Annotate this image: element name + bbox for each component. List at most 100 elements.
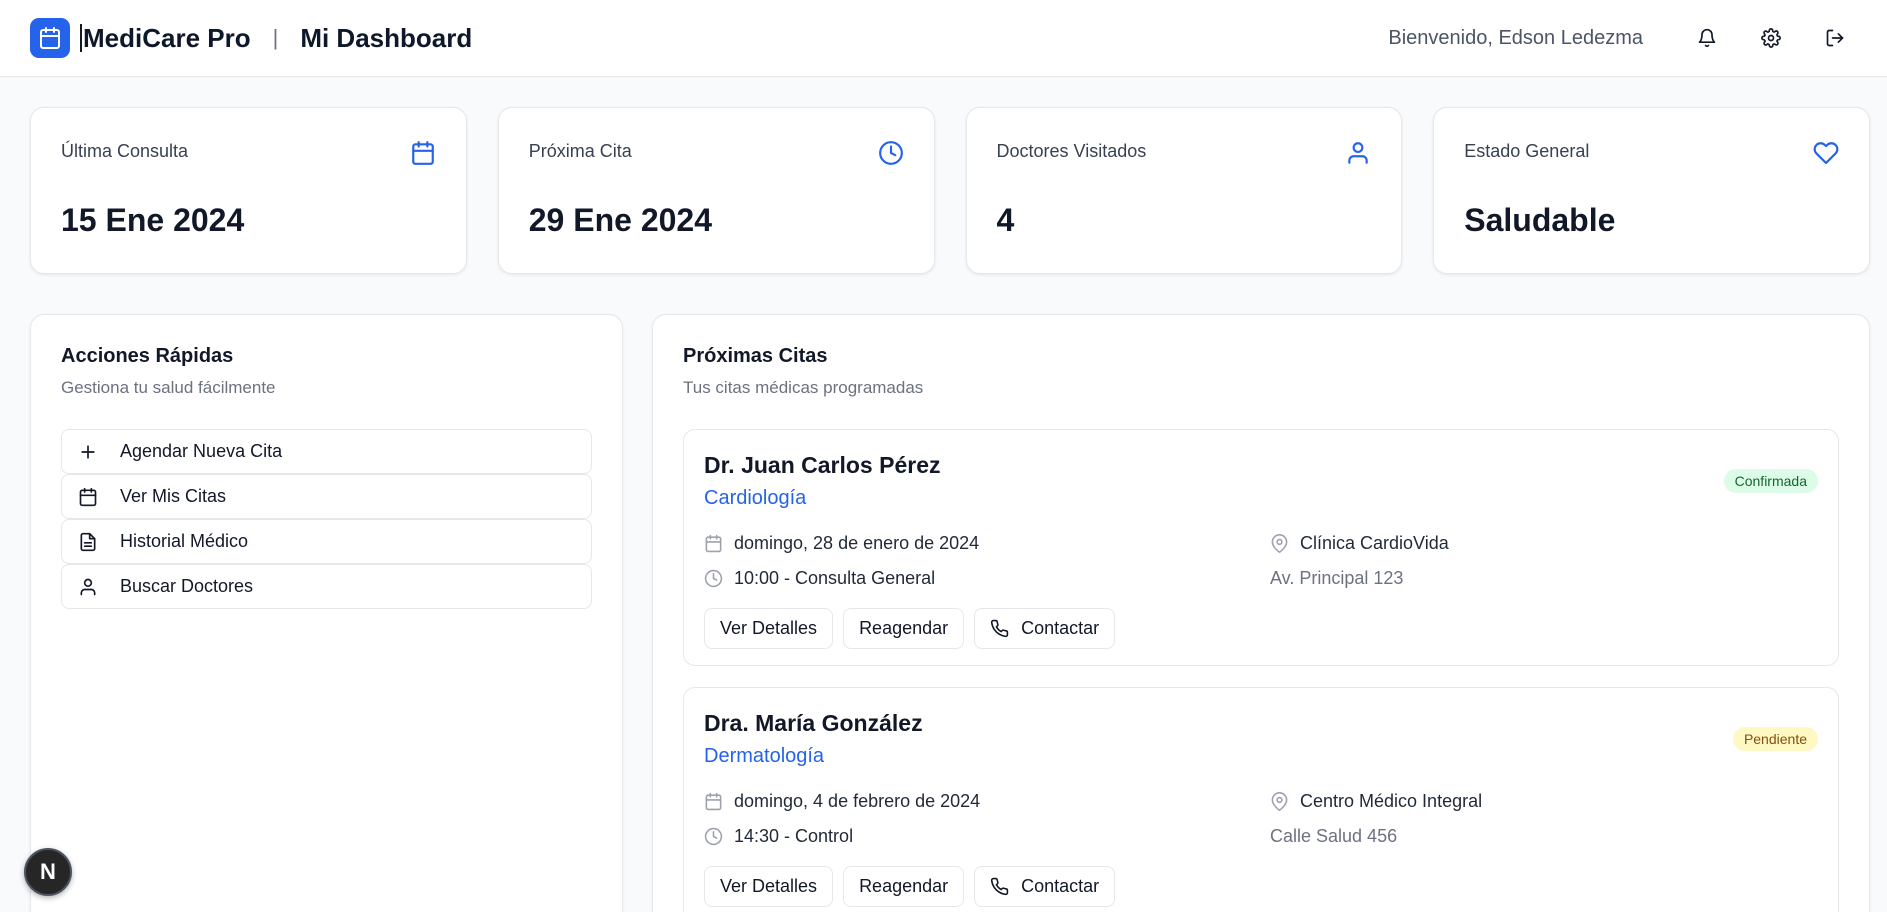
stats-row: Última Consulta 15 Ene 2024 Próxima Cita… [30,107,1870,274]
view-details-button[interactable]: Ver Detalles [704,866,834,907]
stat-value: 15 Ene 2024 [61,202,245,238]
user-icon [80,578,96,595]
appointments-panel: Próximas Citas Tus citas médicas program… [652,314,1870,912]
top-bar: MediCare Pro | Mi Dashboard Bienvenido, … [0,0,1887,77]
stat-label: Próxima Cita [528,141,632,161]
panel-title: Acciones Rápidas [61,345,234,367]
reschedule-button[interactable]: Reagendar [843,608,965,649]
dev-tools-button[interactable]: N [24,848,72,896]
stat-card-next-appointment: Próxima Cita 29 Ene 2024 [497,107,935,274]
clock-icon [704,827,723,846]
medical-history-button[interactable]: Historial Médico [61,519,592,564]
action-label: Historial Médico [120,531,249,551]
stat-value: Saludable [1464,202,1616,238]
phone-icon [991,619,1009,638]
button-label: Contactar [1021,618,1100,638]
header-separator: | [272,25,279,50]
stat-card-last-consultation: Última Consulta 15 Ene 2024 [30,107,467,274]
doctor-specialty: Dermatología [704,745,825,767]
appointment-actions: Ver Detalles Reagendar Contactar [704,608,1818,649]
search-doctors-button[interactable]: Buscar Doctores [61,564,592,609]
appointment-location: Centro Médico Integral Calle Salud 456 [1270,784,1482,854]
view-details-button[interactable]: Ver Detalles [704,608,834,649]
stat-label: Doctores Visitados [996,141,1147,161]
clock-icon [878,141,903,165]
calendar-icon [411,141,434,165]
logout-icon [1826,29,1844,47]
appointment-info: domingo, 4 de febrero de 2024 14:30 - Co… [704,784,1818,854]
panel-subtitle: Gestiona tu salud fácilmente [61,378,276,397]
button-label: Ver Detalles [720,618,818,638]
logout-button[interactable] [1813,16,1857,60]
clinic-address: Av. Principal 123 [1270,568,1404,588]
stat-card-doctors-visited: Doctores Visitados 4 [965,107,1403,274]
contact-button[interactable]: Contactar [974,608,1116,649]
appointment-location: Clínica CardioVida Av. Principal 123 [1270,526,1449,596]
schedule-appointment-button[interactable]: Agendar Nueva Cita [61,429,592,474]
clinic-address: Calle Salud 456 [1270,826,1398,846]
action-label: Buscar Doctores [120,576,254,596]
app-name: MediCare Pro [80,24,251,52]
app-logo[interactable] [30,18,70,58]
calendar-icon [705,792,722,811]
clinic-row: Centro Médico Integral [1270,784,1482,819]
dev-tools-label: N [40,859,56,884]
header-actions: Bienvenido, Edson Ledezma [1388,16,1857,60]
gear-icon [1761,28,1781,48]
doctor-name: Dr. Juan Carlos Pérez [704,452,941,478]
appointment-time: 14:30 - Control [704,819,1270,854]
stat-card-health-status: Estado General Saludable [1433,107,1870,274]
appointment-actions: Ver Detalles Reagendar Contactar [704,866,1818,907]
date-text: domingo, 4 de febrero de 2024 [734,791,981,811]
view-appointments-button[interactable]: Ver Mis Citas [61,474,592,519]
stat-value: 29 Ene 2024 [528,202,712,238]
quick-actions-panel: Acciones Rápidas Gestiona tu salud fácil… [30,314,623,912]
doctor-name: Dra. María González [704,710,923,736]
appointment-card: Dr. Juan Carlos Pérez Cardiología Confir… [683,429,1839,666]
user-icon [1348,142,1368,164]
panel-subtitle: Tus citas médicas programadas [683,378,924,397]
calendar-icon [79,487,97,506]
appointment-info: domingo, 28 de enero de 2024 10:00 - Con… [704,526,1818,596]
appointment-datetime: domingo, 28 de enero de 2024 10:00 - Con… [704,526,1270,596]
notifications-button[interactable] [1685,16,1729,60]
appointment-date: domingo, 28 de enero de 2024 [704,526,1270,561]
clinic-name: Clínica CardioVida [1300,533,1449,553]
appointment-datetime: domingo, 4 de febrero de 2024 14:30 - Co… [704,784,1270,854]
map-pin-icon [1271,792,1288,811]
time-text: 14:30 - Control [734,826,854,846]
doctor-specialty: Cardiología [704,487,807,509]
settings-button[interactable] [1749,16,1793,60]
appointment-date: domingo, 4 de febrero de 2024 [704,784,1270,819]
reschedule-button[interactable]: Reagendar [843,866,965,907]
appointment-time: 10:00 - Consulta General [704,561,1270,596]
calendar-icon [705,534,722,553]
clock-icon [704,569,723,588]
action-label: Ver Mis Citas [120,486,227,506]
clinic-name: Centro Médico Integral [1300,791,1483,811]
action-label: Agendar Nueva Cita [120,441,283,461]
calendar-icon [40,27,60,49]
stat-label: Estado General [1464,141,1590,161]
time-text: 10:00 - Consulta General [734,568,936,588]
map-pin-icon [1271,534,1288,553]
button-label: Contactar [1021,876,1100,896]
button-label: Ver Detalles [720,876,818,896]
clinic-row: Clínica CardioVida [1270,526,1449,561]
plus-icon [81,444,95,459]
button-label: Reagendar [859,876,949,896]
heart-icon [1813,142,1839,165]
button-label: Reagendar [859,618,949,638]
document-icon [80,532,96,551]
quick-actions-list: Agendar Nueva Cita Ver Mis Citas Histori… [61,429,592,609]
panel-title: Próximas Citas [683,345,828,367]
welcome-text: Bienvenido, Edson Ledezma [1388,26,1643,49]
status-badge: Confirmada [1723,469,1818,493]
phone-icon [991,877,1009,896]
stat-value: 4 [996,202,1015,238]
date-text: domingo, 28 de enero de 2024 [734,533,980,553]
page-title: Mi Dashboard [300,22,473,53]
appointment-card: Dra. María González Dermatología Pendien… [683,687,1839,912]
contact-button[interactable]: Contactar [974,866,1116,907]
stat-label: Última Consulta [61,141,189,161]
